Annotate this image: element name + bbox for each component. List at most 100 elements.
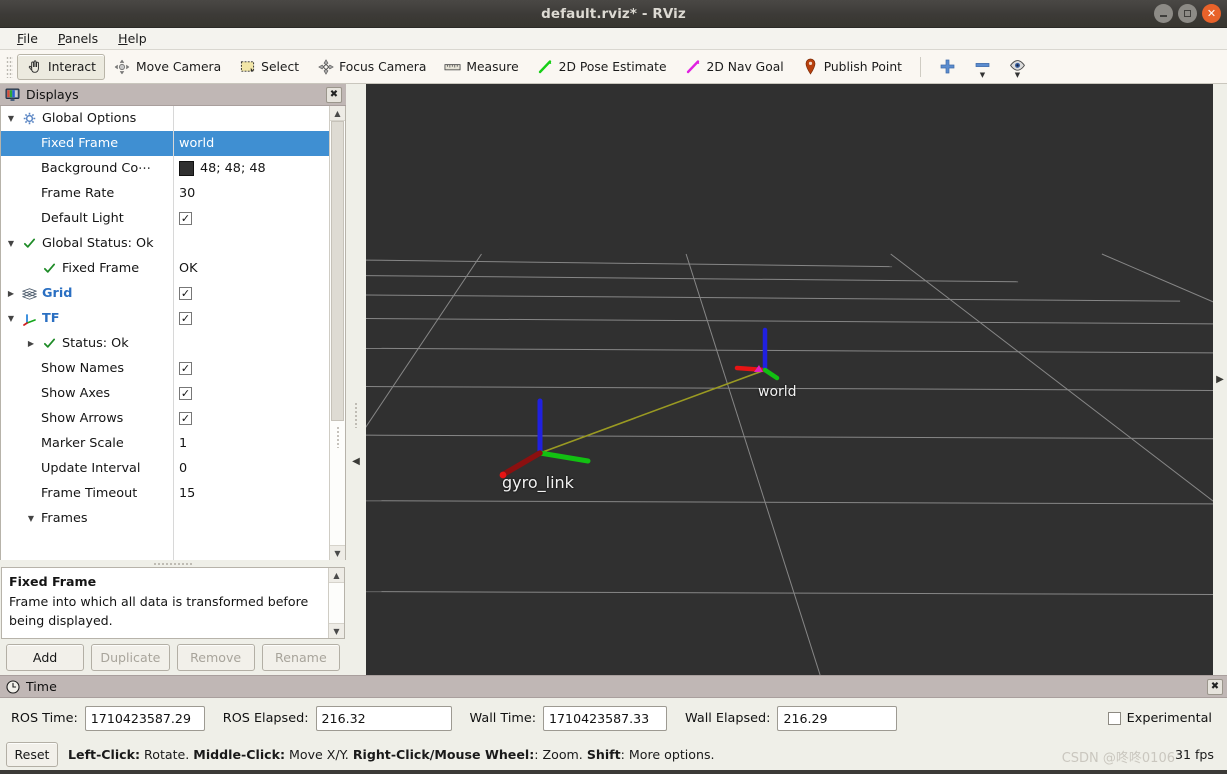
- row-value-cell[interactable]: world: [173, 136, 329, 151]
- tool-focus-camera[interactable]: Focus Camera: [308, 54, 435, 80]
- display-row-default-light[interactable]: ▼Default Light ✓: [1, 206, 329, 231]
- window-bottom-edge: [0, 770, 1227, 774]
- scroll-down-icon[interactable]: ▼: [329, 623, 344, 638]
- chevron-down-icon[interactable]: ▼: [25, 513, 37, 525]
- scroll-up-icon[interactable]: ▲: [329, 568, 344, 583]
- row-label: Fixed Frame: [41, 136, 119, 151]
- dock-splitter[interactable]: ◀: [346, 84, 366, 675]
- collapse-right-icon[interactable]: ▶: [1216, 374, 1224, 385]
- display-row-show-axes[interactable]: ▼Show Axes ✓: [1, 381, 329, 406]
- displays-tree-scrollbar[interactable]: ▲ ▼: [329, 106, 345, 560]
- display-row-background-co[interactable]: ▼Background Co⋯ 48; 48; 48: [1, 156, 329, 181]
- scrollbar-thumb[interactable]: [331, 121, 344, 421]
- toolbar-minus-button[interactable]: ▼: [965, 57, 1000, 78]
- experimental-checkbox[interactable]: [1107, 711, 1121, 725]
- chevron-right-icon[interactable]: ▶: [25, 338, 37, 350]
- chevron-right-icon[interactable]: ▶: [5, 288, 17, 300]
- row-checkbox[interactable]: ✓: [179, 412, 192, 425]
- displays-tree[interactable]: ▼Global Options▼Fixed Frameworld▼Backgro…: [1, 106, 329, 560]
- tool-measure[interactable]: Measure: [435, 54, 527, 80]
- close-icon[interactable]: ✖: [326, 86, 342, 103]
- display-row-show-names[interactable]: ▼Show Names ✓: [1, 356, 329, 381]
- row-value-cell[interactable]: OK: [173, 261, 329, 276]
- check-ok-icon: [21, 235, 38, 252]
- chevron-down-icon[interactable]: ▼: [5, 113, 17, 125]
- add-button[interactable]: Add: [6, 643, 85, 671]
- toolbar-plus-button[interactable]: [930, 58, 965, 75]
- row-value-cell[interactable]: ✓: [173, 287, 329, 300]
- maximize-icon[interactable]: [1178, 4, 1197, 23]
- ros-time-field[interactable]: 1710423587.29: [84, 705, 205, 731]
- tool-publish-point[interactable]: Publish Point: [793, 54, 911, 80]
- row-checkbox[interactable]: ✓: [179, 362, 192, 375]
- experimental-checkbox-group[interactable]: Experimental: [1107, 711, 1212, 726]
- right-dock-handle[interactable]: ▶: [1213, 84, 1227, 675]
- display-row-show-arrows[interactable]: ▼Show Arrows ✓: [1, 406, 329, 431]
- tool-select[interactable]: Select: [230, 54, 308, 80]
- row-name-cell: ▼ Frames: [1, 511, 173, 526]
- tool-2d-nav-goal[interactable]: 2D Nav Goal: [676, 54, 793, 80]
- menu-item-help[interactable]: Help: [109, 29, 156, 48]
- display-row-tf[interactable]: ▼ TF ✓: [1, 306, 329, 331]
- remove-button[interactable]: Remove: [176, 643, 255, 671]
- chevron-down-icon[interactable]: ▼: [5, 313, 17, 325]
- toolbar-drag-handle[interactable]: [6, 55, 13, 78]
- row-label: Update Interval: [41, 461, 141, 476]
- color-swatch[interactable]: [179, 161, 194, 176]
- tool-2d-pose-estimate[interactable]: 2D Pose Estimate: [528, 54, 676, 80]
- rename-button[interactable]: Rename: [261, 643, 340, 671]
- row-value-cell[interactable]: ✓: [173, 362, 329, 375]
- row-value-cell[interactable]: ✓: [173, 387, 329, 400]
- minimize-icon[interactable]: [1154, 4, 1173, 23]
- display-row-grid[interactable]: ▶ Grid ✓: [1, 281, 329, 306]
- chevron-down-icon[interactable]: ▼: [1015, 71, 1020, 78]
- display-row-marker-scale[interactable]: ▼Marker Scale 1: [1, 431, 329, 456]
- collapse-left-icon[interactable]: ◀: [352, 456, 360, 467]
- render-view-3d[interactable]: world gyro_link: [366, 84, 1213, 675]
- row-value-cell[interactable]: 15: [173, 486, 329, 501]
- display-row-fixed-frame[interactable]: ▼Fixed Frame world: [1, 131, 329, 156]
- tool-interact[interactable]: Interact: [17, 53, 105, 80]
- time-fields-row: ROS Time: 1710423587.29 ROS Elapsed: 216…: [0, 698, 1227, 738]
- close-icon[interactable]: ✖: [1207, 678, 1223, 695]
- tool-move-camera[interactable]: Move Camera: [105, 54, 230, 80]
- row-value-cell[interactable]: ✓: [173, 312, 329, 325]
- display-row-fixed-frame[interactable]: ▼Fixed Frame OK: [1, 256, 329, 281]
- scroll-down-icon[interactable]: ▼: [330, 545, 345, 560]
- row-value-cell[interactable]: 48; 48; 48: [173, 161, 329, 176]
- display-row-frames[interactable]: ▼ Frames: [1, 506, 329, 531]
- row-value-cell[interactable]: ✓: [173, 412, 329, 425]
- row-checkbox[interactable]: ✓: [179, 287, 192, 300]
- description-scrollbar[interactable]: ▲ ▼: [328, 568, 344, 638]
- wall-time-field[interactable]: 1710423587.33: [543, 705, 668, 731]
- display-row-frame-timeout[interactable]: ▼Frame Timeout 15: [1, 481, 329, 506]
- wall-elapsed-field[interactable]: 216.29: [777, 705, 898, 731]
- scroll-up-icon[interactable]: ▲: [330, 106, 345, 121]
- menu-item-file[interactable]: File: [8, 29, 47, 48]
- row-value-cell[interactable]: 0: [173, 461, 329, 476]
- panel-splitter[interactable]: [0, 560, 346, 567]
- scrollbar-trough[interactable]: [330, 121, 345, 545]
- row-value-cell[interactable]: 1: [173, 436, 329, 451]
- chevron-down-icon[interactable]: ▼: [980, 71, 985, 78]
- close-icon[interactable]: ✕: [1202, 4, 1221, 23]
- row-value-cell[interactable]: ✓: [173, 212, 329, 225]
- row-name-cell: ▼Fixed Frame: [1, 260, 173, 277]
- display-row-frame-rate[interactable]: ▼Frame Rate 30: [1, 181, 329, 206]
- reset-button[interactable]: Reset: [6, 741, 58, 767]
- display-row-status-ok[interactable]: ▶ Status: Ok: [1, 331, 329, 356]
- toolbar-visibility-button[interactable]: ▼: [1000, 57, 1035, 78]
- display-row-global-status-ok[interactable]: ▼ Global Status: Ok: [1, 231, 329, 256]
- duplicate-button[interactable]: Duplicate: [91, 643, 170, 671]
- scrollbar-trough[interactable]: [329, 583, 344, 623]
- display-row-global-options[interactable]: ▼ Global Options: [1, 106, 329, 131]
- row-checkbox[interactable]: ✓: [179, 312, 192, 325]
- menu-item-panels[interactable]: Panels: [49, 29, 107, 48]
- row-checkbox[interactable]: ✓: [179, 212, 192, 225]
- ros-elapsed-field[interactable]: 216.32: [315, 705, 452, 731]
- displays-panel-title: Displays: [26, 87, 79, 102]
- row-checkbox[interactable]: ✓: [179, 387, 192, 400]
- row-value-cell[interactable]: 30: [173, 186, 329, 201]
- chevron-down-icon[interactable]: ▼: [5, 238, 17, 250]
- display-row-update-interval[interactable]: ▼Update Interval 0: [1, 456, 329, 481]
